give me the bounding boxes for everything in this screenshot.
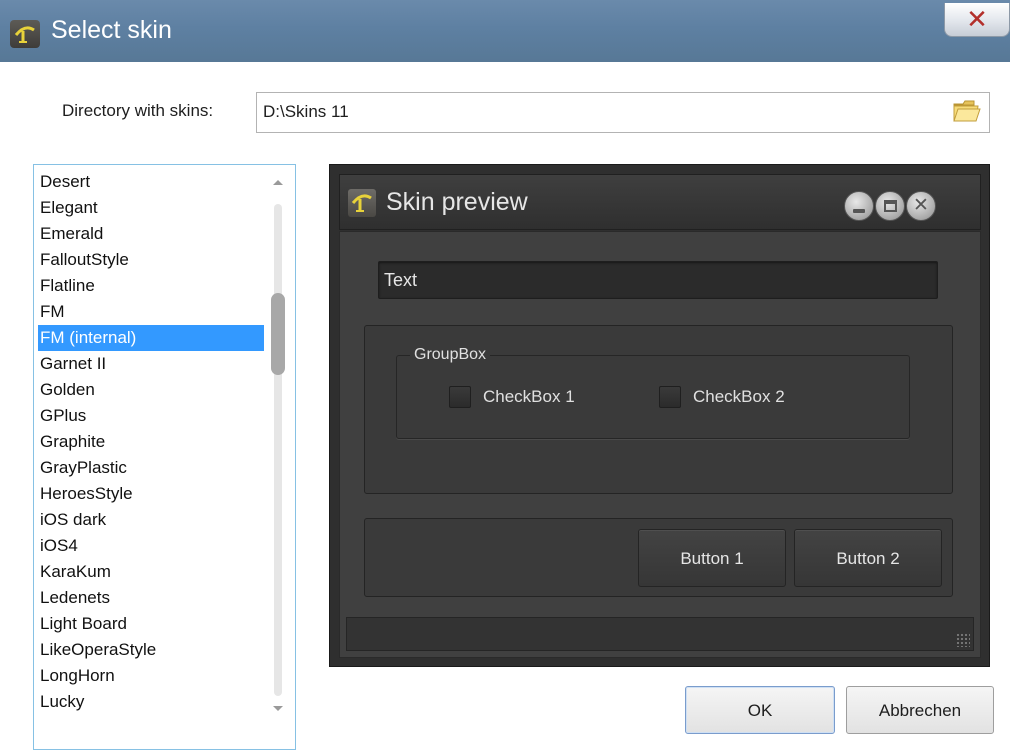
preview-skin-logo-icon	[348, 189, 376, 217]
skin-list-item[interactable]: iOS dark	[38, 507, 264, 533]
preview-button-2[interactable]: Button 2	[794, 529, 942, 587]
preview-close-icon: ✕	[913, 195, 929, 216]
preview-groupbox	[396, 355, 910, 439]
skin-list-item[interactable]: Garnet II	[38, 351, 264, 377]
skin-list-item[interactable]: LikeOperaStyle	[38, 637, 264, 663]
cancel-button-label: Abbrechen	[878, 701, 962, 720]
title-bar: Select skin	[0, 0, 1010, 62]
skin-list-scrollbar[interactable]	[265, 166, 291, 748]
ok-button[interactable]: OK	[685, 686, 835, 734]
preview-title-bar: Skin preview ✕	[339, 174, 981, 230]
skin-list-item[interactable]: HeroesStyle	[38, 481, 264, 507]
scroll-thumb[interactable]	[271, 293, 285, 375]
checkbox-2-label[interactable]: CheckBox 2	[693, 387, 785, 407]
skin-list-item[interactable]: Elegant	[38, 195, 264, 221]
close-icon: ✕	[966, 4, 988, 34]
skin-list-item[interactable]: FM (internal)	[38, 325, 264, 351]
preview-title: Skin preview	[386, 188, 528, 216]
folder-icon[interactable]	[952, 97, 982, 130]
skin-list-item[interactable]: GrayPlastic	[38, 455, 264, 481]
scroll-down-arrow-icon[interactable]	[273, 706, 283, 711]
skin-list-item[interactable]: LongHorn	[38, 663, 264, 689]
close-button[interactable]: ✕	[944, 3, 1010, 37]
checkbox-2[interactable]	[659, 386, 681, 408]
skin-list-item[interactable]: Flatline	[38, 273, 264, 299]
window-title: Select skin	[51, 16, 172, 44]
ok-button-label: OK	[747, 701, 773, 720]
skin-list[interactable]: Desert Elegant Emerald FalloutStyle Flatline…	[33, 164, 296, 750]
skin-list-item[interactable]: FalloutStyle	[38, 247, 264, 273]
cancel-button[interactable]: Abbrechen	[846, 686, 994, 734]
preview-button-panel: Button 1 Button 2	[364, 518, 953, 597]
preview-text-value: Text	[384, 270, 418, 290]
directory-input[interactable]: D:\Skins 11	[256, 92, 990, 133]
skin-preview-window: Skin preview ✕ Text GroupBox CheckBox 1 …	[329, 164, 990, 667]
checkbox-1-label[interactable]: CheckBox 1	[483, 387, 575, 407]
preview-button-2-label: Button 2	[836, 549, 900, 568]
skin-list-item[interactable]: iOS4	[38, 533, 264, 559]
skin-list-item[interactable]: Graphite	[38, 429, 264, 455]
skin-list-item[interactable]: Light Board	[38, 611, 264, 637]
preview-status-bar	[346, 617, 974, 651]
preview-panel: GroupBox CheckBox 1 CheckBox 2	[364, 325, 953, 494]
maximize-icon	[884, 200, 897, 212]
preview-minimize-button[interactable]	[844, 191, 874, 221]
skin-list-item[interactable]: Desert	[38, 169, 264, 195]
directory-label: Directory with skins:	[62, 101, 214, 120]
skin-list-item[interactable]: KaraKum	[38, 559, 264, 585]
scroll-track[interactable]	[274, 204, 282, 696]
preview-close-button[interactable]: ✕	[906, 191, 936, 221]
skin-list-item[interactable]: GPlus	[38, 403, 264, 429]
resize-grip-icon[interactable]	[956, 633, 970, 647]
skin-logo-icon	[10, 20, 40, 48]
skin-list-item[interactable]: Emerald	[38, 221, 264, 247]
scroll-up-arrow-icon[interactable]	[273, 180, 283, 185]
minimize-icon	[853, 209, 865, 213]
preview-text-input[interactable]: Text	[378, 261, 938, 299]
skin-list-item[interactable]: Lucky	[38, 689, 264, 715]
preview-button-1-label: Button 1	[680, 549, 744, 568]
preview-body: Text GroupBox CheckBox 1 CheckBox 2 Butt…	[339, 231, 981, 658]
groupbox-label: GroupBox	[410, 346, 491, 364]
checkbox-1[interactable]	[449, 386, 471, 408]
preview-maximize-button[interactable]	[875, 191, 905, 221]
skin-list-item[interactable]: Ledenets	[38, 585, 264, 611]
preview-button-1[interactable]: Button 1	[638, 529, 786, 587]
skin-list-item[interactable]: Golden	[38, 377, 264, 403]
directory-value: D:\Skins 11	[263, 102, 349, 121]
skin-list-item[interactable]: FM	[38, 299, 264, 325]
